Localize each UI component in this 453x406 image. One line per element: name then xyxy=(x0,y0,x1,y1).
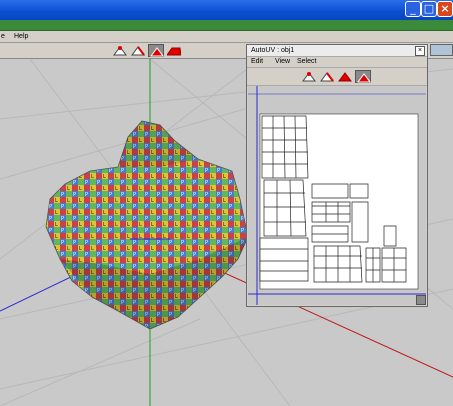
menu-help[interactable]: Help xyxy=(14,31,28,42)
viewport-thumbnail[interactable] xyxy=(430,44,453,56)
vertex-mode-icon xyxy=(113,46,127,56)
minimize-button[interactable]: _ xyxy=(405,1,421,17)
object-mode-icon xyxy=(357,73,371,83)
uv-vertex-mode-button[interactable] xyxy=(301,70,317,83)
autouv-close-button[interactable]: × xyxy=(415,46,425,56)
object-mode-icon xyxy=(167,47,181,56)
menu-item-partial[interactable]: e xyxy=(1,31,5,42)
vertex-mode-button[interactable] xyxy=(112,44,128,57)
uv-face-mode-button[interactable] xyxy=(337,70,353,83)
face-mode-icon xyxy=(338,72,352,82)
autouv-menubar: Edit View Select xyxy=(247,57,427,68)
autouv-title: AutoUV : obj1 xyxy=(251,47,295,54)
autouv-toolbar xyxy=(247,68,427,86)
autouv-window: AutoUV : obj1 × Edit View Select xyxy=(246,44,428,307)
uv-layout-canvas[interactable] xyxy=(248,86,426,305)
status-strip xyxy=(0,20,453,31)
vertex-mode-icon xyxy=(302,72,316,82)
edge-mode-button[interactable] xyxy=(130,44,146,57)
main-menubar: e Help xyxy=(0,31,453,43)
maximize-button[interactable]: □ xyxy=(421,1,437,17)
close-button[interactable]: × xyxy=(437,1,453,17)
face-mode-icon xyxy=(150,47,164,57)
autouv-titlebar[interactable]: AutoUV : obj1 × xyxy=(247,45,427,57)
face-mode-button[interactable] xyxy=(148,44,164,57)
object-mode-button[interactable] xyxy=(166,44,182,57)
resize-grip-icon[interactable] xyxy=(416,295,426,305)
textured-mesh-obj1[interactable] xyxy=(45,120,249,330)
autouv-menu-select[interactable]: Select xyxy=(297,57,316,67)
uv-object-mode-button[interactable] xyxy=(355,70,371,83)
edge-mode-icon xyxy=(131,46,145,56)
autouv-menu-edit[interactable]: Edit xyxy=(251,57,263,67)
autouv-menu-view[interactable]: View xyxy=(275,57,290,67)
edge-mode-icon xyxy=(320,72,334,82)
uv-edge-mode-button[interactable] xyxy=(319,70,335,83)
window-titlebar: _ □ × xyxy=(0,0,453,20)
uv-layout xyxy=(248,86,426,305)
